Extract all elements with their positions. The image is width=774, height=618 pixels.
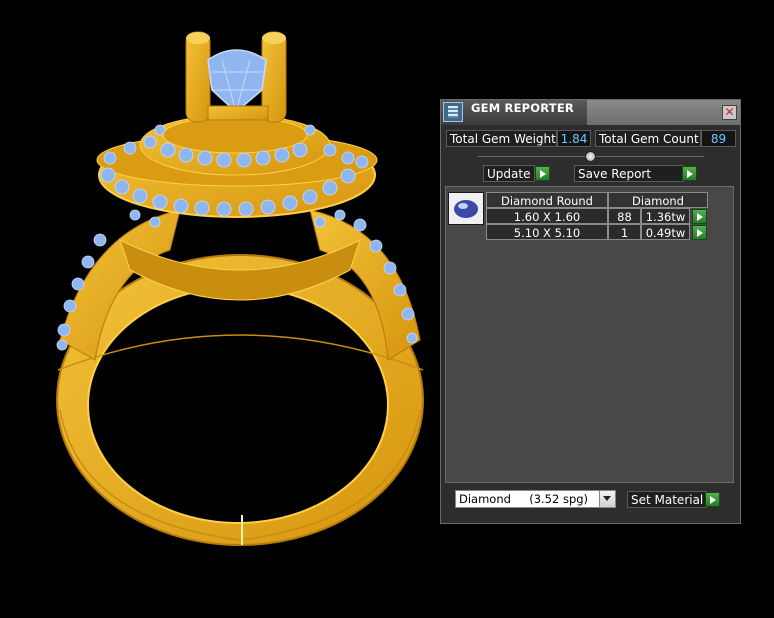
- slider-handle[interactable]: [585, 151, 596, 162]
- chevron-down-icon[interactable]: [599, 491, 615, 507]
- save-report-button[interactable]: Save Report: [574, 165, 684, 182]
- gem-icon[interactable]: [448, 192, 484, 225]
- row-play-arrow-icon[interactable]: [692, 225, 707, 240]
- gem-reporter-icon: [443, 102, 463, 122]
- row-size: 1.60 X 1.60: [486, 208, 608, 224]
- update-button[interactable]: Update: [483, 165, 535, 182]
- row-count: 88: [608, 208, 641, 224]
- total-gem-weight-value: 1.84: [557, 130, 591, 147]
- total-gem-weight-label: Total Gem Weight: [446, 130, 557, 147]
- close-icon[interactable]: ✕: [722, 105, 737, 120]
- row-play-arrow-icon[interactable]: [692, 209, 707, 224]
- row-count: 1: [608, 224, 641, 240]
- row-weight: 1.36tw: [641, 208, 690, 224]
- material-select[interactable]: Diamond (3.52 spg): [455, 490, 616, 508]
- gem-reporter-panel: GEM REPORTER ✕ Total Gem Weight 1.84 Tot…: [440, 99, 741, 524]
- set-material-button[interactable]: Set Material: [627, 491, 707, 508]
- panel-titlebar[interactable]: GEM REPORTER ✕: [441, 100, 740, 125]
- title-tab: GEM REPORTER: [441, 100, 587, 125]
- total-gem-count-label: Total Gem Count: [595, 130, 701, 147]
- update-play-arrow-icon[interactable]: [535, 166, 550, 181]
- save-report-play-arrow-icon[interactable]: [682, 166, 697, 181]
- panel-title: GEM REPORTER: [471, 101, 574, 115]
- row-size: 5.10 X 5.10: [486, 224, 608, 240]
- column-header-material[interactable]: Diamond: [608, 192, 708, 208]
- set-material-play-arrow-icon[interactable]: [705, 492, 720, 507]
- total-gem-count-value: 89: [701, 130, 736, 147]
- material-select-value: Diamond (3.52 spg): [459, 492, 589, 506]
- column-header-shape[interactable]: Diamond Round: [486, 192, 608, 208]
- row-weight: 0.49tw: [641, 224, 690, 240]
